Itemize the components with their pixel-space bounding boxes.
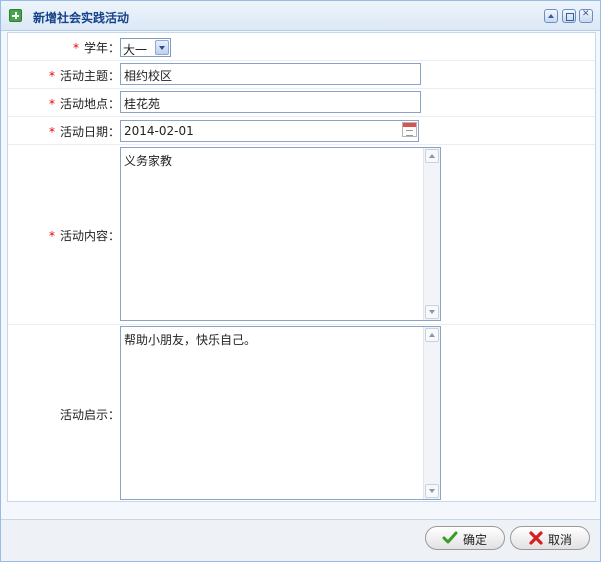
grade-selected-value: 大一 (123, 43, 148, 57)
grade-label: * 学年： (72, 41, 120, 55)
form-row-content: * 活动内容： 义务家教 (8, 145, 595, 325)
location-label: * 活动地点： (48, 97, 120, 111)
collapse-button[interactable] (544, 9, 558, 23)
dialog-titlebar[interactable]: 新增社会实践活动 (1, 1, 600, 31)
insight-text: 帮助小朋友，快乐自己。 (124, 333, 257, 347)
add-icon (9, 9, 22, 22)
date-value: 2014-02-01 (124, 124, 194, 138)
required-mark: * (48, 69, 55, 83)
dialog-footer: 确定 取消 (1, 519, 600, 561)
check-icon (442, 531, 458, 544)
insight-scrollbar[interactable] (423, 327, 440, 499)
content-textarea[interactable]: 义务家教 (120, 147, 441, 321)
form-row-date: * 活动日期： 2014-02-01 (8, 117, 595, 145)
dialog-title: 新增社会实践活动 (33, 11, 130, 25)
form-row-location: * 活动地点： 桂花苑 (8, 89, 595, 117)
cancel-button-label: 取消 (548, 533, 573, 547)
location-input[interactable]: 桂花苑 (120, 91, 421, 113)
scroll-down-icon[interactable] (425, 484, 439, 498)
required-mark: * (48, 125, 55, 139)
required-mark: * (48, 229, 55, 243)
form-row-topic: * 活动主题： 相约校区 (8, 61, 595, 89)
ok-button-label: 确定 (463, 533, 488, 547)
content-label: * 活动内容： (48, 229, 120, 243)
dialog-window: 新增社会实践活动 *学年： 大一 *活动主题： 相约校区 *活动地点： 桂花苑 … (0, 0, 601, 562)
topic-label: * 活动主题： (48, 69, 120, 83)
insight-textarea[interactable]: 帮助小朋友，快乐自己。 (120, 326, 441, 500)
topic-input[interactable]: 相约校区 (120, 63, 421, 85)
chevron-down-icon[interactable] (155, 40, 169, 55)
form-row-insight: 活动启示： 帮助小朋友，快乐自己。 (8, 325, 595, 502)
maximize-button[interactable] (562, 9, 576, 23)
cancel-button[interactable]: 取消 (510, 526, 590, 550)
ok-button[interactable]: 确定 (425, 526, 505, 550)
date-input[interactable]: 2014-02-01 (120, 120, 419, 142)
date-label: * 活动日期： (48, 125, 120, 139)
required-mark: * (72, 41, 79, 55)
required-mark: * (48, 97, 55, 111)
close-button[interactable] (579, 9, 593, 23)
scroll-up-icon[interactable] (425, 328, 439, 342)
calendar-icon[interactable] (402, 122, 417, 137)
scroll-up-icon[interactable] (425, 149, 439, 163)
form-row-grade: * 学年： 大一 (8, 33, 595, 61)
insight-label: 活动启示： (59, 408, 120, 422)
scroll-down-icon[interactable] (425, 305, 439, 319)
close-icon (529, 531, 543, 545)
form-panel: * 学年： 大一 * 活动主题： 相约校区 * 活动地点： 桂花苑 * 活动日期： 20… (7, 32, 596, 502)
content-text: 义务家教 (124, 154, 173, 168)
content-scrollbar[interactable] (423, 148, 440, 320)
grade-select[interactable]: 大一 (120, 38, 171, 57)
